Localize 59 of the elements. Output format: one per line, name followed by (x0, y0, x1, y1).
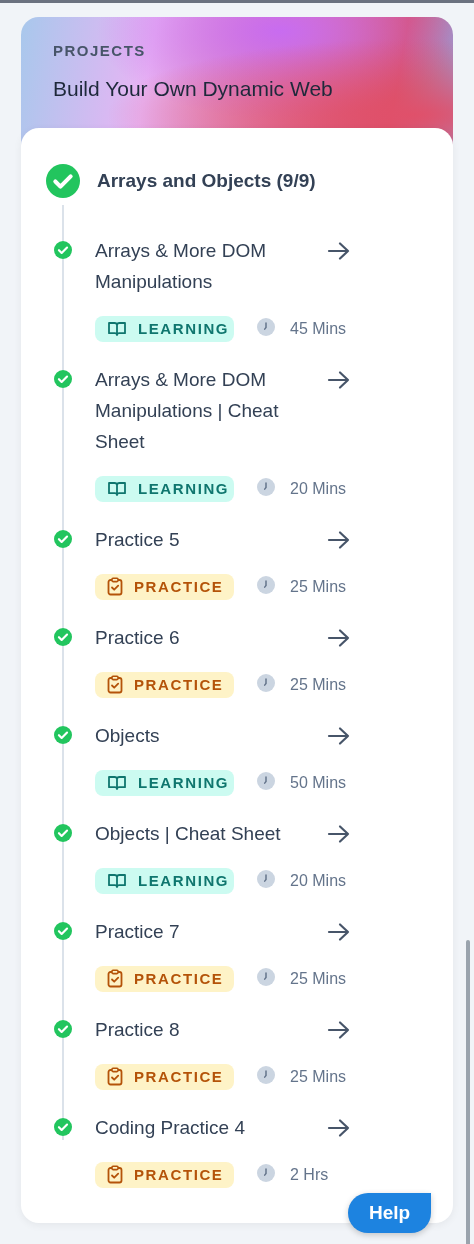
clock-icon (257, 317, 275, 336)
arrow-right-icon[interactable] (327, 824, 351, 844)
clipboard-icon (107, 1165, 123, 1184)
clipboard-icon (107, 969, 123, 988)
duration-label: 25 Mins (290, 969, 347, 988)
clock-icon (257, 1163, 275, 1182)
arrow-right-icon[interactable] (327, 241, 351, 261)
help-button[interactable]: Help (348, 1193, 431, 1233)
section-label: PROJECTS (53, 42, 147, 59)
clipboard-icon (107, 675, 123, 694)
clock-icon (257, 967, 275, 986)
category-badge: LEARNING (95, 475, 234, 502)
book-icon (107, 872, 127, 889)
category-badge: PRACTICE (95, 1063, 234, 1090)
lesson-title[interactable]: Arrays & More DOM Manipulations | Cheat Sheet (95, 364, 327, 457)
category-badge: PRACTICE (95, 965, 234, 992)
clock-icon (257, 477, 275, 496)
lesson-title[interactable]: Practice 8 (95, 1014, 327, 1045)
clock-icon (257, 869, 275, 888)
clipboard-icon (107, 1067, 123, 1086)
book-icon (107, 320, 127, 337)
category-badge: LEARNING (95, 769, 234, 796)
clock-icon (257, 575, 275, 594)
lesson-title[interactable]: Practice 7 (95, 916, 327, 947)
lesson-title[interactable]: Practice 6 (95, 622, 327, 653)
arrow-right-icon[interactable] (327, 1118, 351, 1138)
duration-label: 25 Mins (290, 1067, 347, 1086)
lesson-title[interactable]: Practice 5 (95, 524, 327, 555)
category-badge: PRACTICE (95, 573, 234, 600)
clipboard-icon (107, 577, 123, 596)
lesson-title[interactable]: Objects (95, 720, 327, 751)
arrow-right-icon[interactable] (327, 726, 351, 746)
duration-label: 45 Mins (290, 319, 347, 338)
book-icon (107, 480, 127, 497)
lesson-title[interactable]: Arrays & More DOM Manipulations (95, 235, 327, 297)
arrow-right-icon[interactable] (327, 1020, 351, 1040)
lesson-title[interactable]: Coding Practice 4 (95, 1112, 327, 1143)
clock-icon (257, 1065, 275, 1084)
category-badge: PRACTICE (95, 1161, 234, 1188)
category-badge: PRACTICE (95, 671, 234, 698)
category-badge: LEARNING (95, 315, 234, 342)
book-icon (107, 774, 127, 791)
scrollbar[interactable] (466, 940, 470, 1244)
lesson-title[interactable]: Objects | Cheat Sheet (95, 818, 327, 849)
duration-label: 25 Mins (290, 675, 347, 694)
duration-label: 50 Mins (290, 773, 347, 792)
duration-label: 20 Mins (290, 871, 347, 890)
clock-icon (257, 771, 275, 790)
module-title[interactable]: Arrays and Objects (9/9) (97, 170, 316, 192)
category-badge: LEARNING (95, 867, 234, 894)
arrow-right-icon[interactable] (327, 628, 351, 648)
clock-icon (257, 673, 275, 692)
duration-label: 20 Mins (290, 479, 347, 498)
arrow-right-icon[interactable] (327, 922, 351, 942)
arrow-right-icon[interactable] (327, 530, 351, 550)
arrow-right-icon[interactable] (327, 370, 351, 390)
duration-label: 2 Hrs (290, 1165, 329, 1184)
project-title: Build Your Own Dynamic Web (53, 77, 334, 101)
duration-label: 25 Mins (290, 577, 347, 596)
